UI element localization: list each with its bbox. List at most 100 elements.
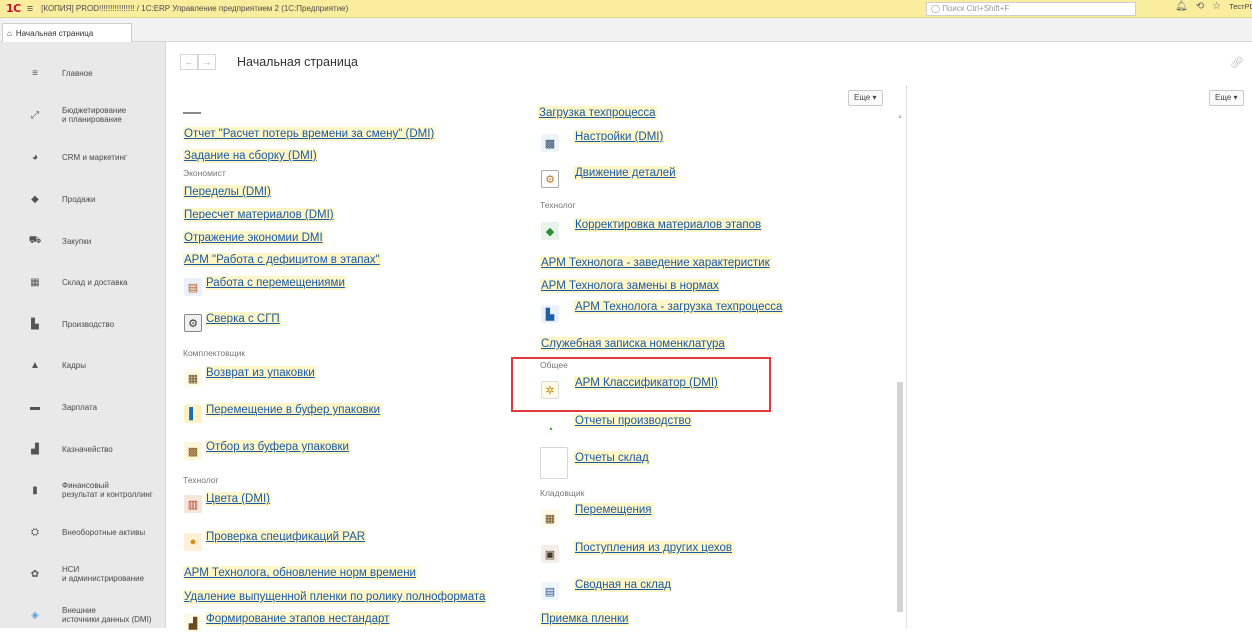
link-transfers-work[interactable]: Работа с перемещениями [205, 276, 346, 290]
group-technologist-right: Технолог [540, 200, 576, 210]
sidebar-item-label: Финансовый результат и контроллинг [62, 481, 153, 499]
link-deficit-workstation[interactable]: АРМ "Работа с дефицитом в этапах" [183, 253, 381, 267]
sidebar-item-nsi-admin[interactable]: ✿ НСИ и администрирование [0, 559, 166, 589]
factory-icon: ▙ [31, 318, 39, 330]
search-icon: ◯ [931, 4, 940, 13]
person-icon: ▲ [30, 359, 40, 371]
main-menu-icon[interactable]: ≡ [27, 3, 33, 15]
return-icon: ▦ [184, 369, 202, 387]
link-tech-load-process[interactable]: АРМ Технолога - загрузка техпроцесса [574, 300, 784, 314]
more-button-right-panel[interactable]: Еще ▾ [1209, 90, 1244, 106]
reconcile-icon: ⚙ [184, 314, 202, 332]
link-peredely[interactable]: Переделы (DMI) [183, 185, 272, 199]
sidebar-item-label: Склад и доставка [62, 277, 128, 287]
link-moves[interactable]: Перемещения [574, 503, 653, 517]
link-warehouse-reports[interactable]: Отчеты склад [574, 451, 650, 465]
tab-home[interactable]: ⌂ Начальная страница [2, 23, 132, 42]
sidebar-item-external-sources[interactable]: ◈ Внешние источники данных (DMI) [0, 600, 166, 630]
materials-correction-icon: ◆ [541, 222, 559, 240]
star-icon[interactable]: ☆ [1212, 1, 1221, 12]
highlight-frame [511, 357, 771, 412]
link-memo-nomenclature[interactable]: Служебная записка номенклатура [540, 337, 726, 351]
scrollbar-thumb[interactable] [897, 382, 903, 612]
link-incoming-other-shops[interactable]: Поступления из других цехов [574, 541, 733, 555]
gear-icon: ✿ [30, 568, 40, 580]
warehouse-icon: ▦ [30, 276, 40, 288]
stages-icon: ▟ [184, 614, 202, 632]
link-material-recalc[interactable]: Пересчет материалов (DMI) [183, 208, 335, 222]
money-icon: ▬ [30, 401, 40, 413]
history-icon[interactable]: ⟲ [1196, 1, 1204, 12]
link-film-acceptance[interactable]: Приемка пленки [540, 612, 630, 626]
sidebar-item-purchases[interactable]: ⛟ Закупки [0, 226, 166, 256]
forward-button[interactable]: → [198, 54, 216, 70]
link-settings-dmi[interactable]: Настройки (DMI) [574, 130, 665, 144]
bag-icon: ◆ [31, 193, 39, 205]
link-assembly-task[interactable]: Задание на сборку (DMI) [183, 149, 318, 163]
link-time-norms-update[interactable]: АРМ Технолога, обновление норм времени [183, 566, 417, 580]
link-colors[interactable]: Цвета (DMI) [205, 492, 271, 506]
bell-icon[interactable]: 🔔︎ [1175, 1, 1188, 12]
user-name[interactable]: ТестPDM [1229, 2, 1252, 11]
link-parts-movement[interactable]: Движение деталей [574, 166, 677, 180]
link-return-from-package[interactable]: Возврат из упаковки [205, 366, 316, 380]
sidebar-item-label: Продажи [62, 194, 96, 204]
sidebar-item-label: Внешние источники данных (DMI) [62, 606, 152, 624]
group-storekeeper: Кладовщик [540, 488, 585, 498]
sidebar-item-treasury[interactable]: ▟ Казначейство [0, 434, 166, 464]
panel-divider [906, 86, 907, 628]
sidebar-item-main[interactable]: ≡ Главное [0, 58, 166, 88]
more-button-left-panel[interactable]: Еще ▾ [848, 90, 883, 106]
sidebar-item-production[interactable]: ▙ Производство [0, 309, 166, 339]
partial-icon [183, 112, 201, 114]
sidebar-item-sales[interactable]: ◆ Продажи [0, 184, 166, 214]
link-spec-check-par[interactable]: Проверка спецификаций PAR [205, 530, 367, 544]
assets-icon: ⛭ [31, 526, 39, 538]
link-summary-to-warehouse[interactable]: Сводная на склад [574, 578, 672, 592]
link-tech-characteristics[interactable]: АРМ Технолога - заведение характеристик [540, 256, 771, 270]
sidebar-item-budgeting[interactable]: ⤢ Бюджетирование и планирование [0, 100, 166, 130]
sidebar-item-fixed-assets[interactable]: ⛭ Внеоборотные активы [0, 517, 166, 547]
sidebar-item-label: Производство [62, 319, 115, 329]
tech-load-icon: ▙ [541, 305, 559, 323]
tab-label: Начальная страница [15, 28, 94, 38]
global-search-input[interactable]: ◯ Поиск Ctrl+Shift+F [926, 2, 1136, 16]
link-tech-norm-replacements[interactable]: АРМ Технолога замены в нормах [540, 279, 720, 293]
history-nav: ← → [180, 54, 216, 70]
sidebar-item-crm[interactable]: ◕ CRM и маркетинг [0, 142, 166, 172]
colors-icon: ▥ [184, 495, 202, 513]
link-reconcile-sgp[interactable]: Сверка с СГП [205, 312, 281, 326]
treasury-icon: ▟ [31, 443, 39, 455]
home-icon: ⌂ [7, 28, 12, 38]
link-production-reports[interactable]: Отчеты производство [574, 414, 692, 428]
sidebar-item-hr[interactable]: ▲ Кадры [0, 350, 166, 380]
link-economy-reflection[interactable]: Отражение экономии DMI [183, 231, 324, 245]
sidebar-item-salary[interactable]: ▬ Зарплата [0, 392, 166, 422]
link-stage-materials-correction[interactable]: Корректировка материалов этапов [574, 218, 763, 232]
sidebar-item-warehouse[interactable]: ▦ Склад и доставка [0, 267, 166, 297]
link-pick-from-buffer[interactable]: Отбор из буфера упаковки [205, 440, 350, 454]
sidebar-item-financial-result[interactable]: ▮ Финансовый результат и контроллинг [0, 475, 166, 505]
pick-buffer-icon: ▩ [184, 442, 202, 460]
link-film-deletion[interactable]: Удаление выпущенной пленки по ролику пол… [183, 590, 487, 604]
link-move-to-buffer[interactable]: Перемещение в буфер упаковки [205, 403, 382, 417]
link-time-loss-report[interactable]: Отчет "Расчет потерь времени за смену" (… [183, 127, 436, 141]
sidebar-item-label: Главное [62, 68, 93, 78]
data-source-icon: ◈ [31, 609, 39, 621]
menu-lines-icon: ≡ [32, 67, 38, 79]
link-icon[interactable]: 🔗︎ [1230, 56, 1244, 69]
group-assembler: Комплектовщик [183, 348, 246, 358]
sidebar-item-label: Зарплата [62, 402, 98, 412]
titlebar-tools: 🔔︎ ⟲ ☆ ТестPDM [1175, 1, 1252, 12]
sidebar-item-label: НСИ и администрирование [62, 565, 145, 583]
window-title: [КОПИЯ] PROD!!!!!!!!!!!!!!!! / 1С:ERP Уп… [41, 4, 349, 13]
bars-icon: ▮ [32, 484, 38, 496]
sidebar-item-label: Закупки [62, 236, 92, 246]
production-reports-icon: ◔ [541, 421, 559, 439]
back-button[interactable]: ← [180, 54, 198, 70]
group-technologist-left: Технолог [183, 475, 219, 485]
1c-logo[interactable]: 1С [6, 2, 21, 15]
incoming-icon: ▣ [541, 545, 559, 563]
link-load-techprocess[interactable]: Загрузка техпроцесса [538, 106, 657, 120]
link-nonstandard-stages[interactable]: Формирование этапов нестандарт [205, 612, 391, 626]
